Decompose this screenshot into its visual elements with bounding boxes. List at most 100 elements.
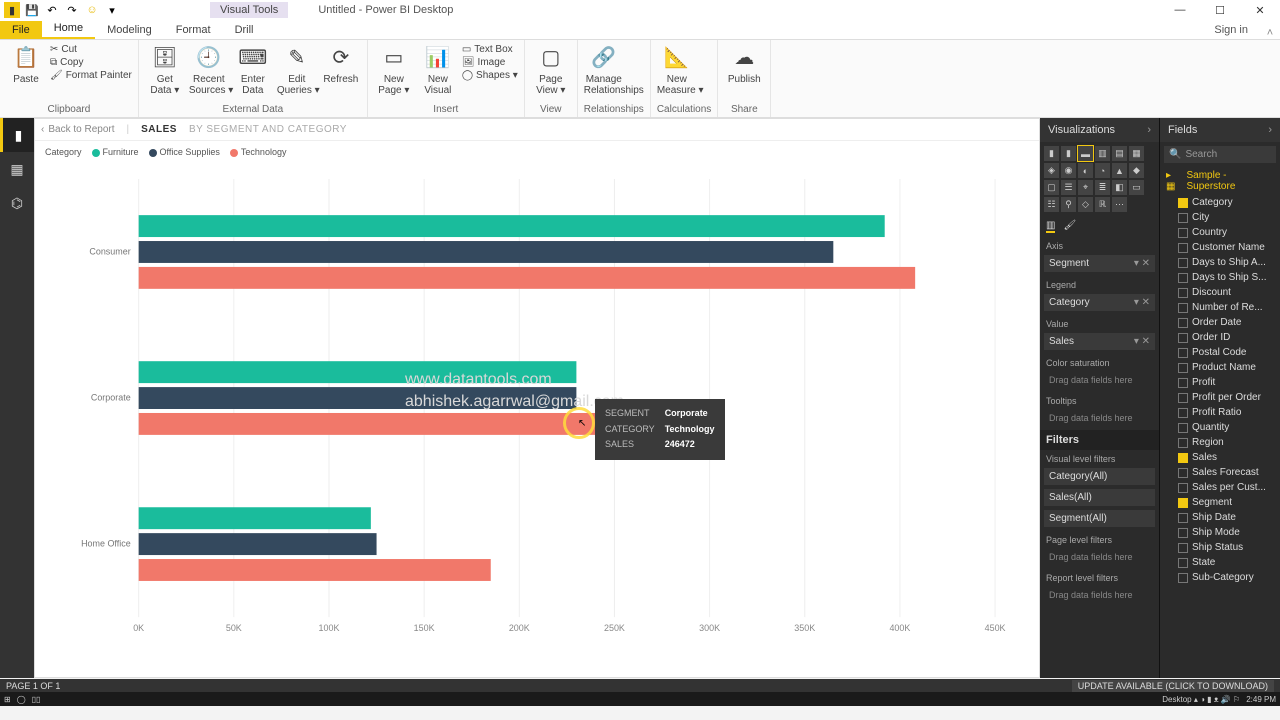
viz-type-icon[interactable]: ⚲ xyxy=(1061,197,1076,212)
field-item[interactable]: Ship Status xyxy=(1160,540,1280,555)
format-painter-button[interactable]: 🖌 Format Painter xyxy=(50,70,132,81)
field-checkbox[interactable] xyxy=(1178,303,1188,313)
close-button[interactable]: ✕ xyxy=(1240,0,1280,20)
back-to-report-button[interactable]: ‹ Back to Report xyxy=(41,124,115,135)
field-item[interactable]: Region xyxy=(1160,435,1280,450)
viz-type-icon[interactable]: ◧ xyxy=(1112,180,1127,195)
viz-type-icon[interactable]: ⋯ xyxy=(1112,197,1127,212)
bar[interactable] xyxy=(139,241,834,263)
viz-type-icon[interactable]: ▲ xyxy=(1112,163,1127,178)
tab-home[interactable]: Home xyxy=(42,19,95,39)
field-item[interactable]: Quantity xyxy=(1160,420,1280,435)
collapse-fields-icon[interactable]: › xyxy=(1268,124,1272,136)
viz-type-icon[interactable]: ◔ xyxy=(1095,163,1110,178)
tab-drill[interactable]: Drill xyxy=(223,21,266,39)
new-measure-button[interactable]: 📐New Measure ▾ xyxy=(657,42,697,96)
viz-type-icon[interactable]: ▤ xyxy=(1112,146,1127,161)
bar[interactable] xyxy=(139,361,577,383)
minimize-button[interactable]: — xyxy=(1160,0,1200,20)
field-checkbox[interactable] xyxy=(1178,333,1188,343)
field-checkbox[interactable] xyxy=(1178,288,1188,298)
tab-file[interactable]: File xyxy=(0,21,42,39)
field-checkbox[interactable] xyxy=(1178,198,1188,208)
publish-button[interactable]: ☁Publish xyxy=(724,42,764,85)
field-item[interactable]: Sales Forecast xyxy=(1160,465,1280,480)
taskview-icon[interactable]: ▯▯ xyxy=(32,695,41,704)
field-item[interactable]: Order ID xyxy=(1160,330,1280,345)
field-checkbox[interactable] xyxy=(1178,483,1188,493)
field-item[interactable]: Discount xyxy=(1160,285,1280,300)
bar[interactable] xyxy=(139,559,491,581)
image-button[interactable]: 🖼 Image xyxy=(462,57,518,68)
windows-taskbar[interactable]: ⊞ ◯ ▯▯ Desktop ▴ ◑ ▮ ᴥ 🔊 ⚐ 2:49 PM xyxy=(0,692,1280,706)
start-button[interactable]: ⊞ xyxy=(4,695,11,704)
field-checkbox[interactable] xyxy=(1178,423,1188,433)
viz-type-icon[interactable]: ▮ xyxy=(1061,146,1076,161)
ribbon-collapse-icon[interactable]: ˄ xyxy=(1260,27,1280,39)
viz-type-icon[interactable]: ◇ xyxy=(1078,197,1093,212)
field-item[interactable]: Product Name xyxy=(1160,360,1280,375)
field-item[interactable]: Segment xyxy=(1160,495,1280,510)
field-item[interactable]: Days to Ship A... xyxy=(1160,255,1280,270)
field-checkbox[interactable] xyxy=(1178,408,1188,418)
enter-data-button[interactable]: ⌨Enter Data xyxy=(233,42,273,96)
signin-link[interactable]: Sign in xyxy=(1202,21,1260,39)
bar[interactable] xyxy=(139,267,915,289)
bar-chart[interactable]: 0K50K100K150K200K250K300K350K400K450KCon… xyxy=(35,169,1039,647)
viz-type-icon[interactable]: ≣ xyxy=(1095,180,1110,195)
viz-type-icon[interactable]: ▭ xyxy=(1129,180,1144,195)
bar[interactable] xyxy=(139,413,608,435)
field-item[interactable]: Profit Ratio xyxy=(1160,405,1280,420)
viz-type-icon[interactable]: ▮ xyxy=(1044,146,1059,161)
undo-icon[interactable]: ↶ xyxy=(44,2,60,18)
viz-type-icon[interactable]: ▦ xyxy=(1129,146,1144,161)
maximize-button[interactable]: ☐ xyxy=(1200,0,1240,20)
field-checkbox[interactable] xyxy=(1178,348,1188,358)
recent-sources-button[interactable]: 🕘Recent Sources ▾ xyxy=(189,42,229,96)
update-available-button[interactable]: UPDATE AVAILABLE (CLICK TO DOWNLOAD) xyxy=(1072,680,1274,692)
format-tab-icon[interactable]: 🖌 xyxy=(1063,220,1076,233)
field-checkbox[interactable] xyxy=(1178,318,1188,328)
report-view-button[interactable]: ▮ xyxy=(0,118,34,152)
bar[interactable] xyxy=(139,507,371,529)
viz-type-icon[interactable]: ℝ xyxy=(1095,197,1110,212)
viz-type-icon[interactable]: ◉ xyxy=(1061,163,1076,178)
shapes-button[interactable]: ◯ Shapes ▾ xyxy=(462,70,518,81)
viz-type-icon[interactable]: ⌖ xyxy=(1078,180,1093,195)
field-item[interactable]: Number of Re... xyxy=(1160,300,1280,315)
field-item[interactable]: Sales xyxy=(1160,450,1280,465)
field-checkbox[interactable] xyxy=(1178,513,1188,523)
new-visual-button[interactable]: 📊New Visual xyxy=(418,42,458,96)
field-item[interactable]: Ship Mode xyxy=(1160,525,1280,540)
filter-segment[interactable]: Segment(All) xyxy=(1044,510,1155,527)
field-checkbox[interactable] xyxy=(1178,498,1188,508)
field-item[interactable]: Sub-Category xyxy=(1160,570,1280,585)
report-filters-drop[interactable]: Drag data fields here xyxy=(1044,587,1155,603)
field-checkbox[interactable] xyxy=(1178,363,1188,373)
cut-button[interactable]: ✂ Cut xyxy=(50,44,132,55)
viz-type-icon[interactable]: ☷ xyxy=(1044,197,1059,212)
viz-type-icon[interactable]: ◆ xyxy=(1129,163,1144,178)
tab-format[interactable]: Format xyxy=(164,21,223,39)
bar[interactable] xyxy=(139,215,885,237)
filter-category[interactable]: Category(All) xyxy=(1044,468,1155,485)
field-checkbox[interactable] xyxy=(1178,273,1188,283)
field-item[interactable]: Ship Date xyxy=(1160,510,1280,525)
field-checkbox[interactable] xyxy=(1178,453,1188,463)
field-item[interactable]: State xyxy=(1160,555,1280,570)
field-checkbox[interactable] xyxy=(1178,468,1188,478)
bar[interactable] xyxy=(139,533,377,555)
page-view-button[interactable]: ▢Page View ▾ xyxy=(531,42,571,96)
fields-search[interactable]: 🔍 Search xyxy=(1164,146,1276,163)
field-item[interactable]: City xyxy=(1160,210,1280,225)
field-checkbox[interactable] xyxy=(1178,573,1188,583)
edit-queries-button[interactable]: ✎Edit Queries ▾ xyxy=(277,42,317,96)
field-checkbox[interactable] xyxy=(1178,258,1188,268)
field-item[interactable]: Postal Code xyxy=(1160,345,1280,360)
field-checkbox[interactable] xyxy=(1178,228,1188,238)
field-checkbox[interactable] xyxy=(1178,528,1188,538)
viz-type-icon[interactable]: ▥ xyxy=(1095,146,1110,161)
textbox-button[interactable]: ▭ Text Box xyxy=(462,44,518,55)
field-checkbox[interactable] xyxy=(1178,543,1188,553)
field-item[interactable]: Order Date xyxy=(1160,315,1280,330)
